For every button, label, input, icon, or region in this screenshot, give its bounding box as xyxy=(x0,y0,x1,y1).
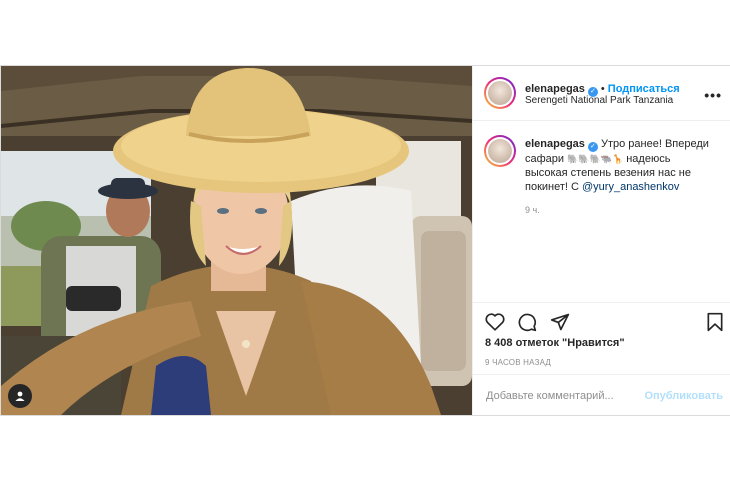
post-sidebar: elenapegas ✓ • Подписаться Serengeti Nation… xyxy=(472,66,730,415)
header-username[interactable]: elenapegas xyxy=(525,83,585,95)
comment-icon[interactable] xyxy=(517,312,537,332)
follow-button[interactable]: Подписаться xyxy=(608,83,680,95)
post-photo[interactable] xyxy=(1,66,472,415)
share-icon[interactable] xyxy=(550,312,570,332)
caption-text-line1: Утро ранее! Впереди xyxy=(600,138,709,150)
user-tag-icon[interactable] xyxy=(8,384,32,408)
bookmark-icon[interactable] xyxy=(706,312,724,332)
caption-avatar[interactable] xyxy=(484,135,516,167)
heart-icon[interactable] xyxy=(485,312,505,331)
avatar[interactable] xyxy=(484,77,516,109)
caption-text-line4: покинет! С xyxy=(525,181,579,193)
caption-emojis: 🐘🐘🐘🐃🦒 xyxy=(567,154,624,164)
comment-form: Добавьте комментарий... Опубликовать xyxy=(473,374,730,415)
caption-text-line2: сафари xyxy=(525,153,565,165)
action-bar: 8 408 отметок "Нравится" 9 ЧАСОВ НАЗАД xyxy=(473,302,730,374)
post-container: elenapegas ✓ • Подписаться Serengeti Nation… xyxy=(0,65,730,416)
caption-mention-link[interactable]: @yury_anashenkov xyxy=(582,181,679,193)
comment-input[interactable]: Добавьте комментарий... xyxy=(486,390,614,402)
caption-text-line2-rest: надеюсь xyxy=(626,153,671,165)
more-icon[interactable]: ••• xyxy=(704,87,722,103)
publish-button[interactable]: Опубликовать xyxy=(644,390,723,402)
verified-icon: ✓ xyxy=(587,142,598,152)
post-header: elenapegas ✓ • Подписаться Serengeti Nation… xyxy=(473,66,730,121)
location-link[interactable]: Serengeti National Park Tanzania xyxy=(525,95,673,106)
caption-text-line3: высокая степень везения нас не xyxy=(525,167,691,179)
posted-time: 9 ЧАСОВ НАЗАД xyxy=(485,358,552,367)
caption-time: 9 ч. xyxy=(525,205,540,215)
separator-dot: • xyxy=(600,83,605,95)
caption-username[interactable]: elenapegas xyxy=(525,138,585,150)
likes-count[interactable]: 8 408 отметок "Нравится" xyxy=(485,337,625,349)
selfie-image xyxy=(1,66,472,415)
